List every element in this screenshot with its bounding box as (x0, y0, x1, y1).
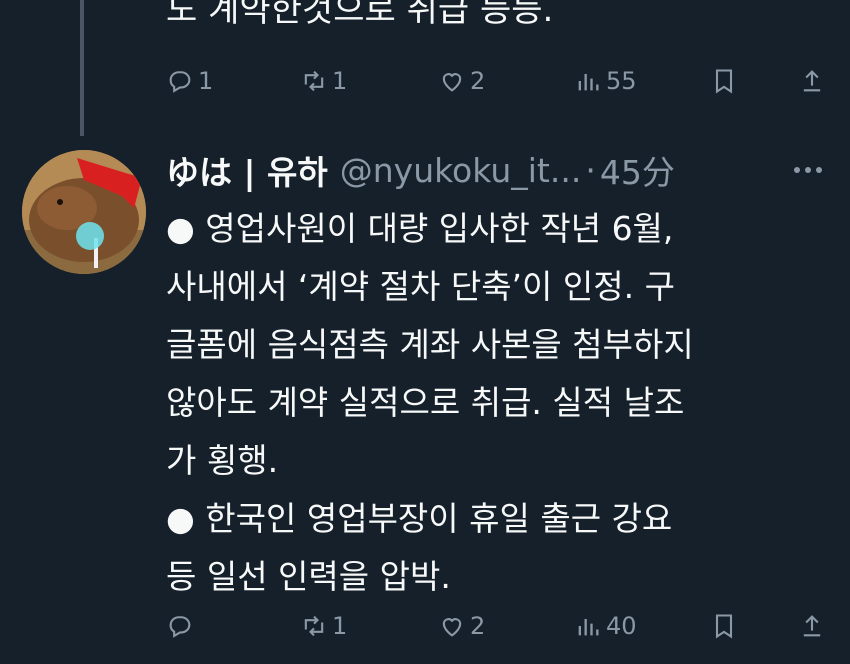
retweet-button[interactable]: 1 (300, 63, 347, 99)
like-button[interactable]: 2 (438, 63, 485, 99)
reply-count: 1 (198, 67, 214, 95)
views-icon (578, 619, 599, 636)
previous-tweet-text: 도 계약한것으로 취급 등등. (166, 0, 554, 30)
like-count: 2 (470, 67, 486, 95)
retweet-button[interactable]: 1 (300, 608, 347, 644)
more-icon (794, 167, 800, 173)
tweet-text-line: 등 일선 인력을 압박. (166, 557, 451, 596)
tweet-timestamp[interactable]: 45分 (600, 146, 675, 194)
reply-button[interactable] (166, 608, 198, 644)
retweet-icon (304, 615, 324, 637)
tweet-text-line: ● 한국인 영업부장이 휴일 출근 강요 (166, 499, 673, 538)
reply-button[interactable]: 1 (166, 63, 213, 99)
bookmark-button[interactable] (710, 608, 738, 644)
retweet-count: 1 (332, 67, 348, 95)
retweet-icon (304, 70, 324, 92)
reply-icon (169, 616, 191, 638)
tweet-actions: 1 2 40 (166, 608, 830, 644)
reply-icon (169, 71, 191, 93)
tweet-text-line: 사내에서 ‘계약 절차 단축’이 인정. 구 (166, 267, 675, 306)
previous-tweet-actions: 1 1 2 55 (166, 63, 830, 99)
more-options-button[interactable] (786, 152, 830, 188)
share-button[interactable] (798, 608, 826, 644)
like-count: 2 (470, 612, 486, 640)
more-icon-dot (805, 167, 811, 173)
capybara-avatar-image (22, 150, 146, 274)
views-icon (578, 74, 599, 91)
share-button[interactable] (798, 63, 826, 99)
bookmark-icon (715, 69, 733, 94)
share-icon (803, 70, 821, 92)
views-count: 40 (606, 612, 637, 640)
bookmark-button[interactable] (710, 63, 738, 99)
tweet-text-line: 글폼에 음식점측 계좌 사본을 첨부하지 (166, 325, 694, 364)
like-button[interactable]: 2 (438, 608, 485, 644)
user-handle[interactable]: @nyukoku_it... (340, 151, 582, 190)
tweet-body: ● 영업사원이 대량 입사한 작년 6월, 사내에서 ‘계약 절차 단축’이 인… (166, 200, 836, 606)
thread-connector-line (80, 0, 84, 136)
tweet-header: ゆは | 유하 @nyukoku_it... · 45分 (166, 146, 675, 194)
display-name[interactable]: ゆは | 유하 (166, 146, 328, 194)
tweet-text-line: ● 영업사원이 대량 입사한 작년 6월, (166, 209, 674, 248)
like-icon (442, 73, 462, 92)
like-icon (442, 618, 462, 637)
views-button[interactable]: 55 (574, 63, 637, 99)
views-count: 55 (606, 67, 637, 95)
avatar[interactable] (22, 150, 146, 274)
share-icon (803, 615, 821, 637)
views-button[interactable]: 40 (574, 608, 637, 644)
bookmark-icon (715, 614, 733, 639)
separator-dot: · (585, 150, 596, 190)
more-icon-dot (816, 167, 822, 173)
retweet-count: 1 (332, 612, 348, 640)
tweet-text-line: 가 횡행. (166, 441, 279, 480)
tweet-text-line: 않아도 계약 실적으로 취급. 실적 날조 (166, 383, 685, 422)
